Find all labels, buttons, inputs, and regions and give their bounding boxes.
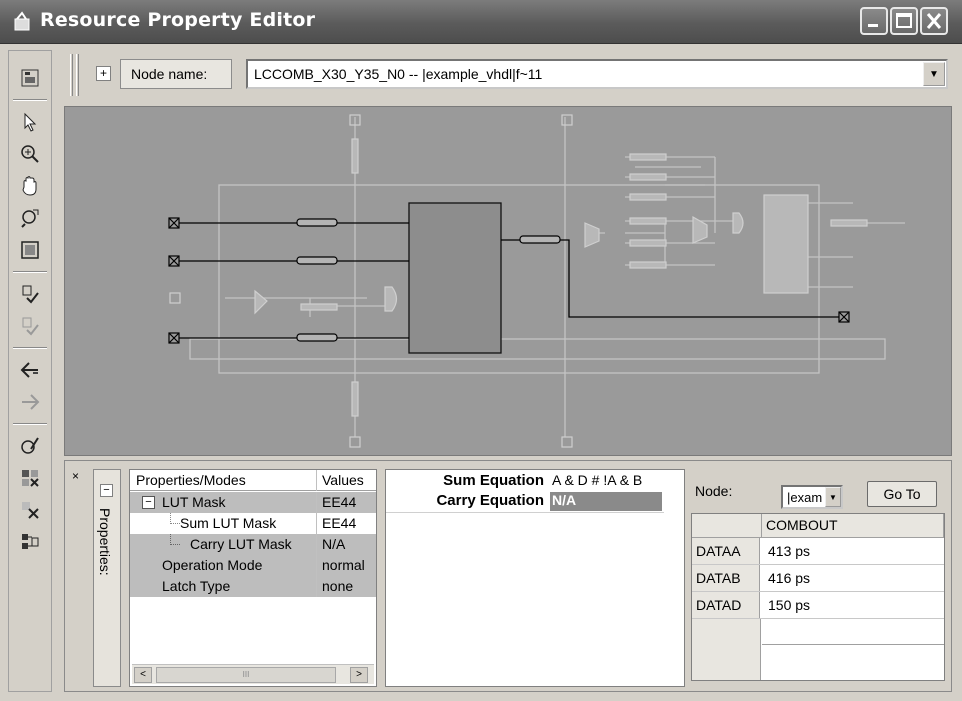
table-row[interactable]: DATAA 413 ps xyxy=(692,538,944,565)
table-row[interactable]: DATAB 416 ps xyxy=(692,565,944,592)
property-name: LUT Mask xyxy=(162,494,226,510)
active-wires xyxy=(179,222,839,339)
back-icon[interactable] xyxy=(14,355,46,385)
toolbar-grip[interactable] xyxy=(70,54,73,96)
property-name: Sum LUT Mask xyxy=(180,515,277,531)
tree-connector xyxy=(170,513,180,524)
clear-icon[interactable] xyxy=(14,495,46,525)
delay-input-name: DATAD xyxy=(692,592,760,618)
zoom-icon[interactable] xyxy=(14,139,46,169)
table-row[interactable]: − LUT Mask EE44 xyxy=(130,492,376,513)
close-icon xyxy=(926,13,942,29)
minimize-icon xyxy=(868,24,878,27)
carry-equation-label: Carry Equation xyxy=(436,492,544,509)
toolbar-divider xyxy=(13,347,47,349)
empty-row-header xyxy=(692,619,761,680)
toolbar-divider xyxy=(13,423,47,425)
cell-icon[interactable] xyxy=(14,463,46,493)
properties-table: Properties/Modes Values − LUT Mask EE44 … xyxy=(129,469,377,687)
connections-icon[interactable] xyxy=(14,527,46,557)
property-value: N/A xyxy=(322,536,346,552)
table-header: Properties/Modes Values xyxy=(130,470,376,491)
maximize-button[interactable] xyxy=(890,7,918,35)
delay-panel: Node: |exam ▼ Go To COMBOUT DATAA 413 ps… xyxy=(689,469,949,687)
lut-block xyxy=(408,202,502,354)
column-header-properties[interactable]: Properties/Modes xyxy=(136,472,246,488)
sum-equation-label: Sum Equation xyxy=(443,472,544,489)
node-select[interactable]: |exam ▼ xyxy=(781,485,843,509)
expand-node-button[interactable]: + xyxy=(96,66,111,81)
node-label: Node: xyxy=(695,483,733,499)
delay-table: COMBOUT DATAA 413 ps DATAB 416 ps DATAD … xyxy=(691,513,945,681)
forward-icon xyxy=(14,387,46,417)
node-name-button[interactable]: Node name: xyxy=(120,59,232,89)
edit-icon[interactable] xyxy=(14,431,46,461)
sum-equation-value[interactable]: A & D # !A & B xyxy=(550,472,642,491)
node-name-value: LCCOMB_X30_Y35_N0 -- |example_vhdl|f~11 xyxy=(254,66,543,82)
tree-connector xyxy=(170,534,180,545)
properties-tab[interactable]: − Properties: xyxy=(93,469,121,687)
property-value: EE44 xyxy=(322,515,357,531)
scroll-thumb[interactable]: III xyxy=(156,667,336,683)
node-select-value: |exam xyxy=(787,490,823,505)
properties-area: × − Properties: Properties/Modes Values … xyxy=(64,460,952,692)
delay-input-name: DATAB xyxy=(692,565,760,591)
left-toolbar xyxy=(8,50,52,692)
table-row[interactable]: Latch Type none xyxy=(130,576,376,597)
app-icon xyxy=(14,11,30,31)
find-icon[interactable] xyxy=(14,203,46,233)
property-name: Carry LUT Mask xyxy=(190,536,292,552)
schematic-canvas[interactable] xyxy=(64,106,952,456)
go-to-button[interactable]: Go To xyxy=(867,481,937,507)
close-properties-button[interactable]: × xyxy=(72,469,79,483)
property-name: Operation Mode xyxy=(162,557,263,573)
scroll-right-button[interactable]: > xyxy=(350,667,368,683)
chevron-down-icon[interactable]: ▼ xyxy=(825,487,841,507)
chevron-down-icon[interactable]: ▼ xyxy=(923,62,945,86)
schematic-diagram xyxy=(168,114,905,448)
properties-tab-label: Properties: xyxy=(97,508,113,576)
delay-value: 413 ps xyxy=(768,543,811,559)
faded-components xyxy=(169,114,868,448)
divider xyxy=(386,512,664,513)
equations-panel: Sum Equation A & D # !A & B Carry Equati… xyxy=(385,469,685,687)
horizontal-scrollbar[interactable]: < III > xyxy=(132,664,374,684)
property-value: none xyxy=(322,578,354,594)
divider xyxy=(762,644,944,645)
select-icon[interactable] xyxy=(14,107,46,137)
window-title: Resource Property Editor xyxy=(40,9,316,31)
maximize-icon xyxy=(896,13,912,28)
hand-icon[interactable] xyxy=(14,171,46,201)
collapse-properties-button[interactable]: − xyxy=(100,484,113,497)
column-header-combout[interactable]: COMBOUT xyxy=(762,514,944,538)
delay-input-name: DATAA xyxy=(692,538,760,564)
toolbar-grip[interactable] xyxy=(76,54,79,96)
fit-window-icon[interactable] xyxy=(14,235,46,265)
node-name-bar: + Node name: LCCOMB_X30_Y35_N0 -- |examp… xyxy=(66,50,954,100)
carry-equation-value[interactable]: N/A xyxy=(550,492,662,511)
title-bar: Resource Property Editor xyxy=(0,0,962,44)
check-icon[interactable] xyxy=(14,279,46,309)
check-disabled-icon xyxy=(14,311,46,341)
node-name-combo[interactable]: LCCOMB_X30_Y35_N0 -- |example_vhdl|f~11 … xyxy=(246,59,948,89)
table-row[interactable]: Sum LUT Mask EE44 xyxy=(130,513,376,534)
toolbar-divider xyxy=(13,271,47,273)
table-corner xyxy=(692,514,762,538)
table-row[interactable]: Carry LUT Mask N/A xyxy=(130,534,376,555)
close-button[interactable] xyxy=(920,7,948,35)
delay-value: 416 ps xyxy=(768,570,811,586)
node-view-icon[interactable] xyxy=(14,63,46,93)
scroll-left-button[interactable]: < xyxy=(134,667,152,683)
property-value: EE44 xyxy=(322,494,357,510)
table-row[interactable]: Operation Mode normal xyxy=(130,555,376,576)
property-name: Latch Type xyxy=(162,578,231,594)
io-pins xyxy=(168,217,850,344)
toolbar-divider xyxy=(13,99,47,101)
delay-value: 150 ps xyxy=(768,597,811,613)
property-value: normal xyxy=(322,557,365,573)
table-row[interactable]: DATAD 150 ps xyxy=(692,592,944,619)
collapse-lut-mask-icon[interactable]: − xyxy=(142,496,155,509)
minimize-button[interactable] xyxy=(860,7,888,35)
column-header-values[interactable]: Values xyxy=(322,472,364,488)
